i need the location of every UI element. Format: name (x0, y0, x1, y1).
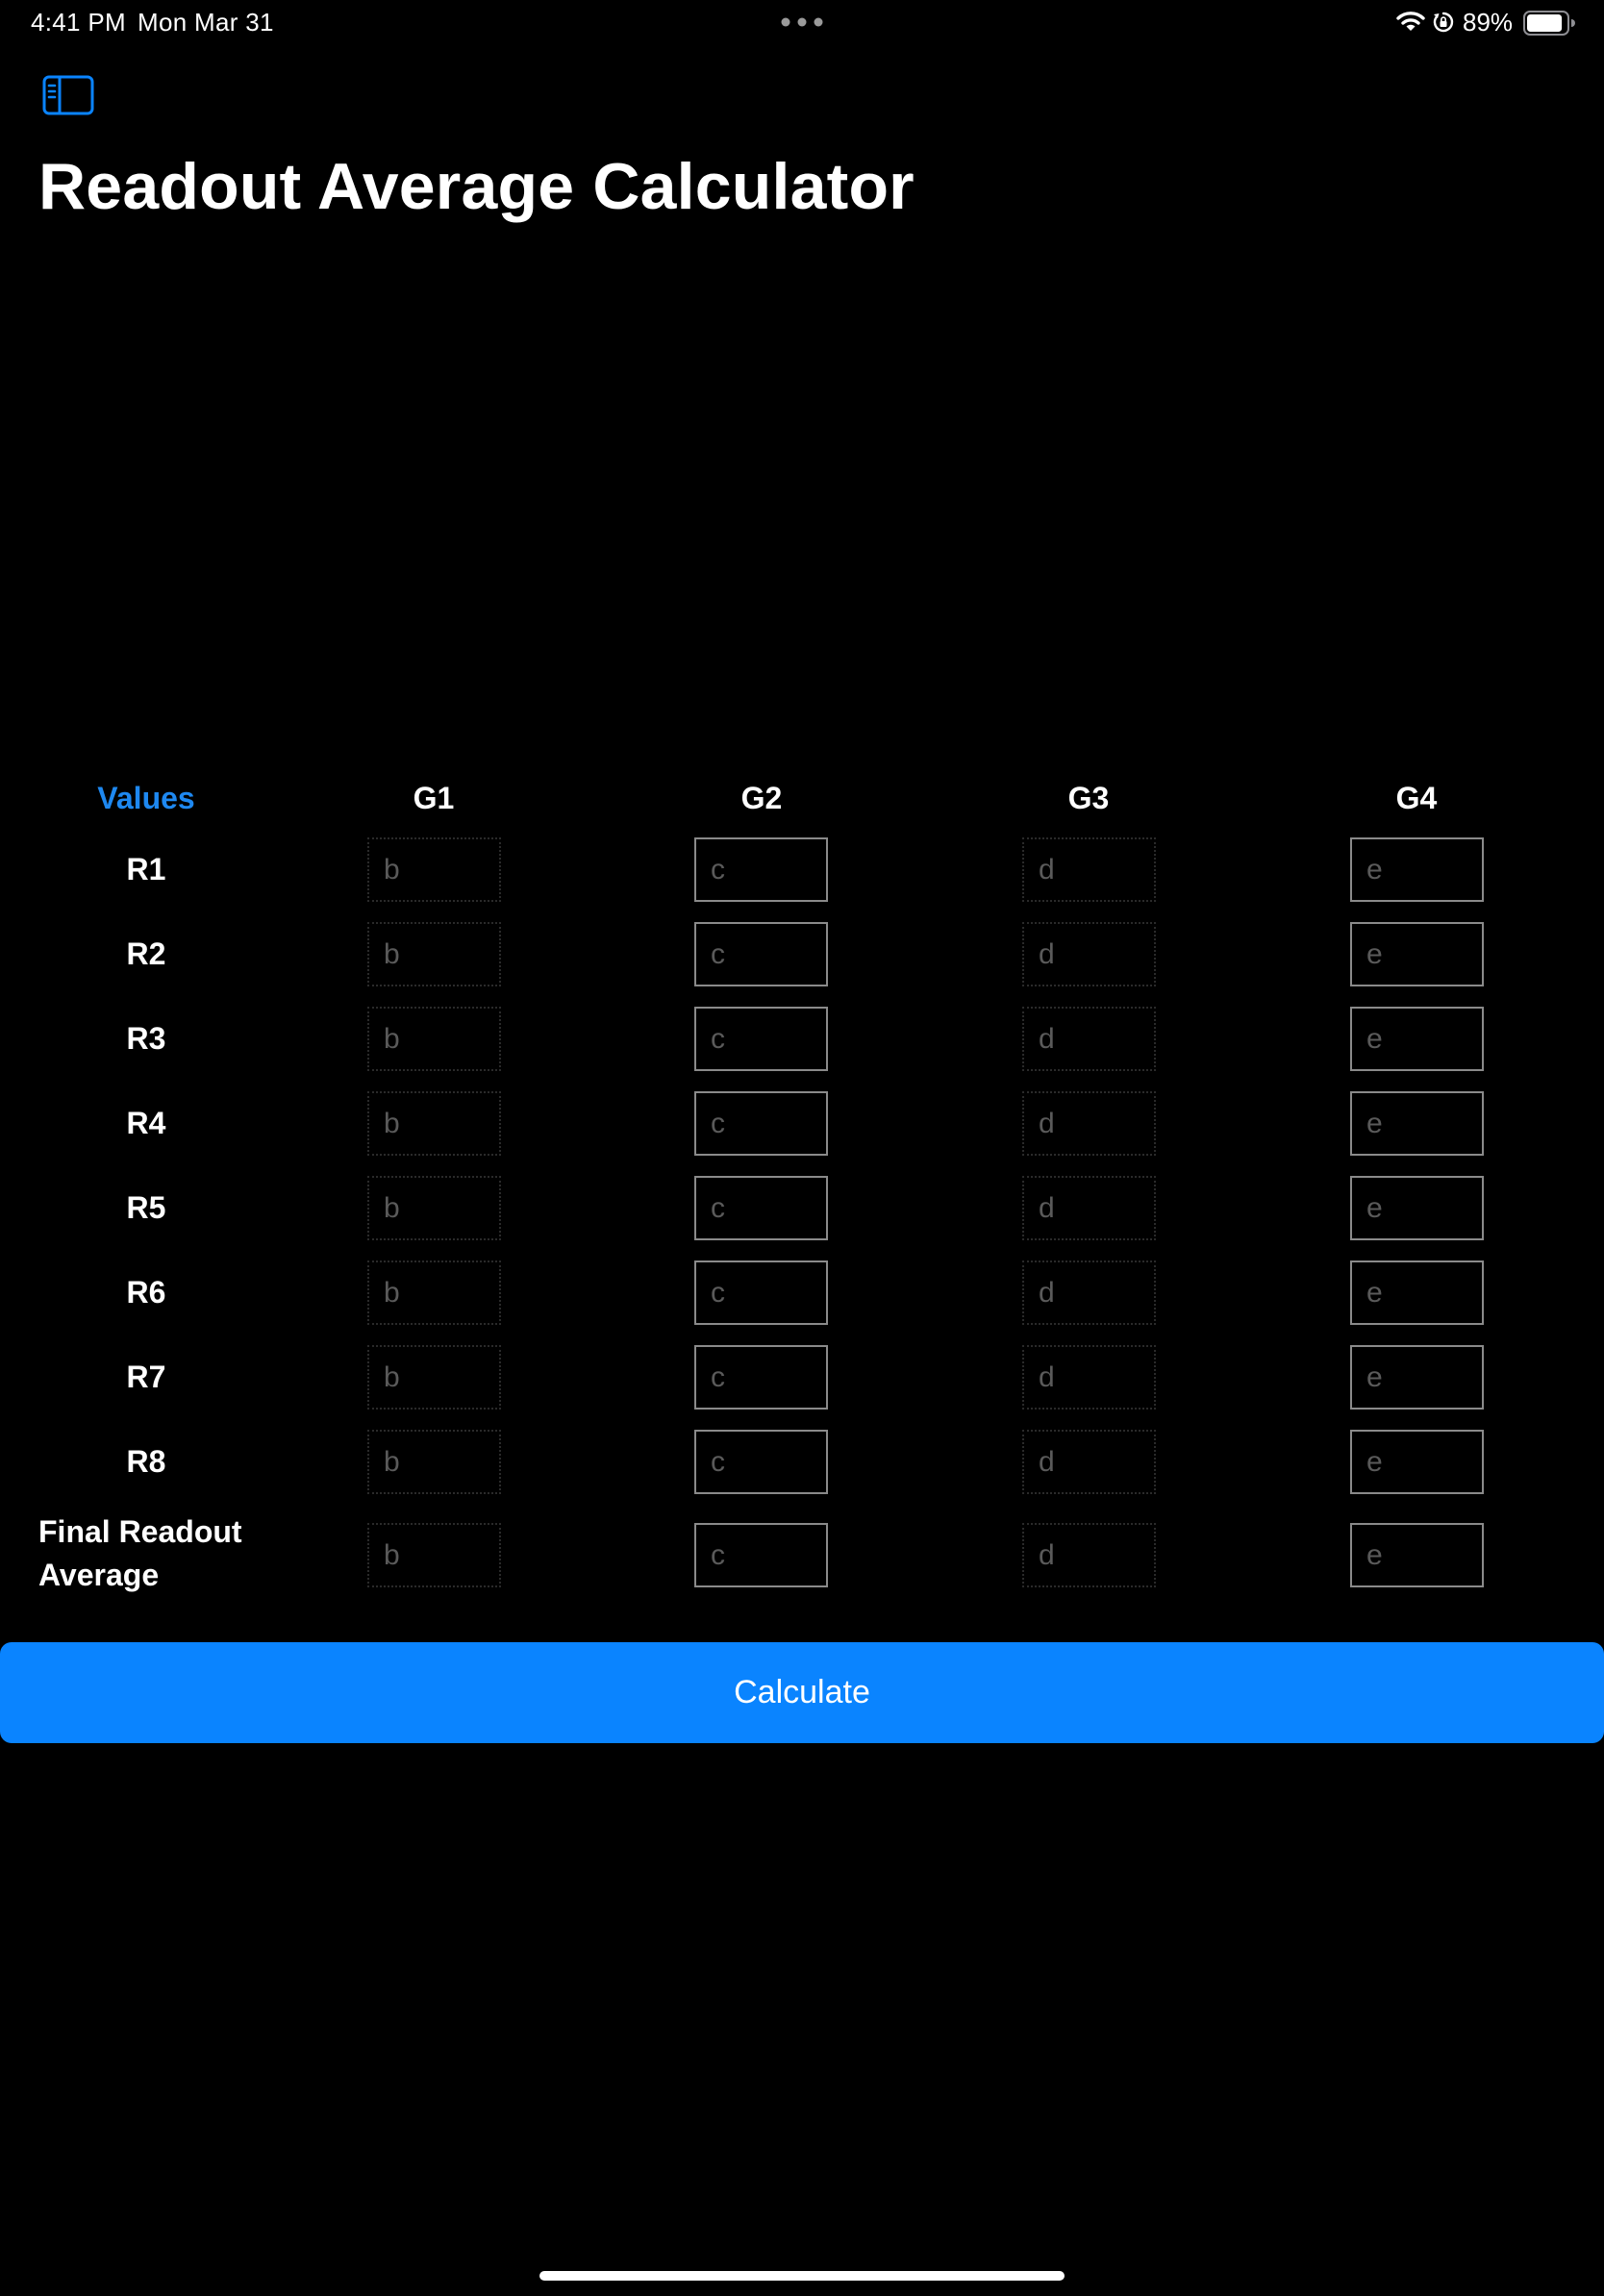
column-header-g4: G4 (1395, 781, 1438, 815)
cell-final-g3[interactable] (1022, 1523, 1156, 1587)
column-header-g3: G3 (1067, 781, 1110, 815)
row-label-r1: R1 (126, 852, 166, 886)
cell-r5-g2[interactable] (694, 1176, 828, 1240)
cell-r5-g4[interactable] (1350, 1176, 1484, 1240)
cell-r2-g4[interactable] (1350, 922, 1484, 986)
cell-r1-g4[interactable] (1350, 837, 1484, 902)
home-indicator[interactable] (539, 2271, 1065, 2281)
cell-r5-g3[interactable] (1022, 1176, 1156, 1240)
cell-r4-g4[interactable] (1350, 1091, 1484, 1156)
cell-r1-g2[interactable] (694, 837, 828, 902)
cell-r6-g4[interactable] (1350, 1260, 1484, 1325)
battery-percentage: 89% (1463, 8, 1514, 37)
sidebar-toggle-icon[interactable] (42, 75, 94, 115)
row-label-r2: R2 (126, 936, 166, 971)
row-label-r6: R6 (126, 1275, 166, 1310)
cell-r8-g4[interactable] (1350, 1430, 1484, 1494)
cell-r3-g2[interactable] (694, 1007, 828, 1071)
cell-final-g4[interactable] (1350, 1523, 1484, 1587)
cell-r3-g3[interactable] (1022, 1007, 1156, 1071)
final-label-line-1: Final Readout (38, 1514, 242, 1549)
cell-r3-g4[interactable] (1350, 1007, 1484, 1071)
cell-final-g2[interactable] (694, 1523, 828, 1587)
cell-r2-g1[interactable] (367, 922, 501, 986)
cell-final-g1[interactable] (367, 1523, 501, 1587)
cell-r4-g1[interactable] (367, 1091, 501, 1156)
cell-r7-g1[interactable] (367, 1345, 501, 1410)
cell-r2-g2[interactable] (694, 922, 828, 986)
column-header-g1: G1 (413, 781, 455, 815)
status-time: 4:41 PM (31, 8, 126, 37)
cell-r5-g1[interactable] (367, 1176, 501, 1240)
cell-r7-g3[interactable] (1022, 1345, 1156, 1410)
cell-r8-g3[interactable] (1022, 1430, 1156, 1494)
row-label-r8: R8 (126, 1444, 166, 1479)
cell-r4-g2[interactable] (694, 1091, 828, 1156)
status-bar: 4:41 PM Mon Mar 31 89% (0, 0, 1604, 46)
cell-r3-g1[interactable] (367, 1007, 501, 1071)
row-label-r7: R7 (126, 1360, 166, 1394)
row-label-r3: R3 (126, 1021, 166, 1056)
multitasking-dots-icon[interactable] (781, 17, 823, 27)
cell-r1-g3[interactable] (1022, 837, 1156, 902)
cell-r7-g4[interactable] (1350, 1345, 1484, 1410)
status-date: Mon Mar 31 (138, 8, 274, 37)
values-header[interactable]: Values (31, 779, 262, 817)
row-label-final-readout-average: Final Readout Average (38, 1510, 288, 1597)
cell-r8-g1[interactable] (367, 1430, 501, 1494)
cell-r1-g1[interactable] (367, 837, 501, 902)
final-label-line-2: Average (38, 1558, 160, 1592)
cell-r6-g1[interactable] (367, 1260, 501, 1325)
row-label-r4: R4 (126, 1106, 166, 1140)
column-header-g2: G2 (740, 781, 783, 815)
cell-r8-g2[interactable] (694, 1430, 828, 1494)
wifi-icon (1396, 12, 1425, 31)
calculate-button[interactable]: Calculate (0, 1642, 1604, 1743)
battery-icon (1523, 11, 1575, 36)
row-label-r5: R5 (126, 1190, 166, 1225)
orientation-lock-icon (1433, 12, 1454, 33)
page-title: Readout Average Calculator (38, 150, 915, 223)
cell-r6-g3[interactable] (1022, 1260, 1156, 1325)
cell-r7-g2[interactable] (694, 1345, 828, 1410)
cell-r4-g3[interactable] (1022, 1091, 1156, 1156)
cell-r2-g3[interactable] (1022, 922, 1156, 986)
cell-r6-g2[interactable] (694, 1260, 828, 1325)
